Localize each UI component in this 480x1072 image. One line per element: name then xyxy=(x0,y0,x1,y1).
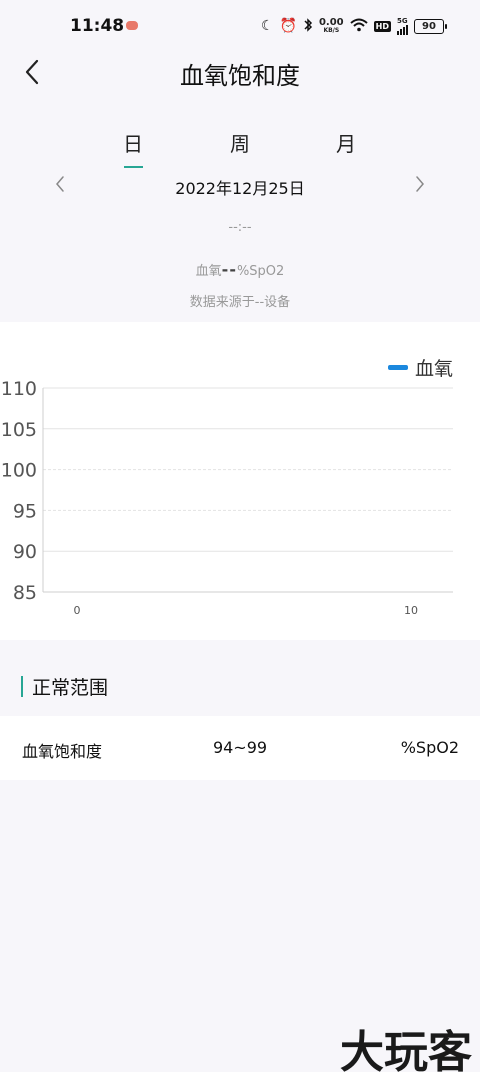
y-tick-label: 105 xyxy=(1,419,37,441)
tab-month[interactable]: 月 xyxy=(316,128,376,157)
chevron-right-icon xyxy=(416,176,424,192)
tab-day[interactable]: 日 xyxy=(103,128,163,157)
reading-prefix: 血氧 xyxy=(195,264,222,279)
legend-label: 血氧 xyxy=(414,358,453,380)
tab-week[interactable]: 周 xyxy=(210,128,270,157)
network-speed: 0.00 KB/S xyxy=(318,17,344,34)
watermark: 大玩客 xyxy=(340,1027,472,1072)
status-time: 11:48 xyxy=(70,16,125,36)
data-source: 数据来源于--设备 xyxy=(189,295,291,310)
active-tab-indicator xyxy=(124,166,143,168)
bluetooth-icon xyxy=(303,17,313,35)
reading-unit: %SpO2 xyxy=(236,264,285,279)
game-controller-icon xyxy=(126,21,138,30)
y-tick-label: 110 xyxy=(1,378,37,400)
wifi-icon xyxy=(349,18,368,35)
normal-range-header: 正常范围 xyxy=(0,660,480,712)
app-screen: 11:48 ☾ ⏰ 0.00 KB/S HD 5G 90 血氧饱和度 日 周 月… xyxy=(0,0,480,1072)
y-tick-label: 90 xyxy=(13,541,37,563)
reading-time: --:-- xyxy=(228,220,252,235)
status-bar: 11:48 ☾ ⏰ 0.00 KB/S HD 5G 90 xyxy=(0,0,480,56)
next-date-button[interactable] xyxy=(408,170,432,198)
reading-number: -- xyxy=(221,260,237,279)
period-tabs: 日 周 月 xyxy=(0,128,480,172)
y-tick-label: 100 xyxy=(1,460,37,482)
moon-icon: ☾ xyxy=(260,18,274,34)
range-unit: %SpO2 xyxy=(400,738,459,757)
cell-signal-icon: 5G xyxy=(397,17,408,35)
chart-legend: 血氧 xyxy=(387,354,453,381)
alarm-icon: ⏰ xyxy=(279,18,297,34)
y-tick-label: 95 xyxy=(13,500,37,522)
normal-range-title: 正常范围 xyxy=(32,677,109,699)
y-tick-label: 85 xyxy=(13,582,37,604)
page-title: 血氧饱和度 xyxy=(180,62,300,90)
normal-range-row: 血氧饱和度 94~99 %SpO2 xyxy=(0,716,480,780)
section-accent-bar xyxy=(21,676,23,697)
legend-swatch xyxy=(387,365,408,370)
reading-value: 血氧--%SpO2 xyxy=(0,260,480,279)
status-icons: ☾ ⏰ 0.00 KB/S HD 5G 90 xyxy=(260,14,447,38)
battery-icon: 90 xyxy=(414,18,447,34)
spo2-chart-card: 85 90 95 100 105 110 0 10 血氧 xyxy=(0,322,480,640)
hd-badge: HD xyxy=(373,20,391,32)
x-tick-label: 10 xyxy=(404,604,418,617)
x-tick-label: 0 xyxy=(74,604,81,617)
